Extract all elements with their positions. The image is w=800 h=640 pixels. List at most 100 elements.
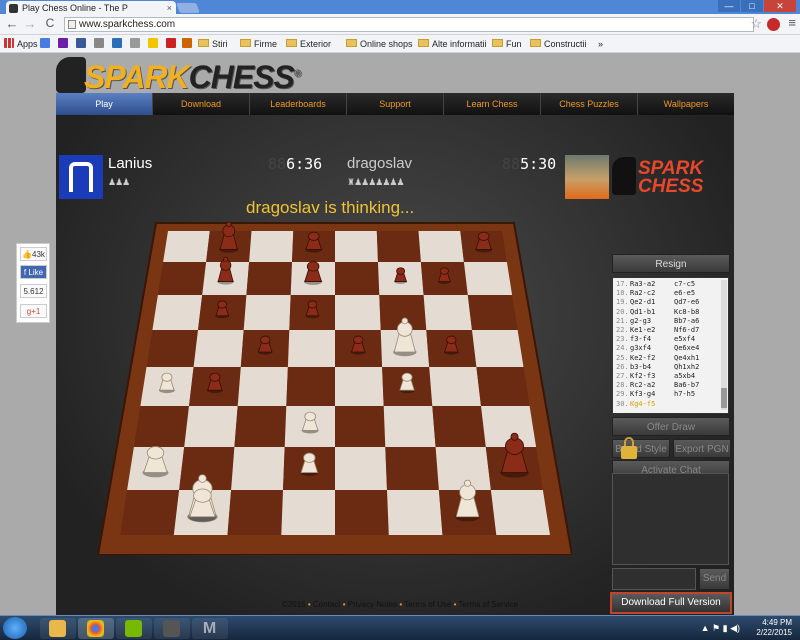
board-square [286, 367, 335, 406]
bookmark-favicon-6[interactable] [130, 38, 143, 50]
nav-support[interactable]: Support [347, 93, 444, 115]
move-list[interactable]: 17.Ra3-a2 c7-c5 18.Ra2-c2 e6-e5 19.Qe2-d1 Qd7… [612, 277, 729, 414]
move-list-scrollbar[interactable] [721, 280, 727, 410]
bookmark-favicon-3[interactable] [76, 38, 89, 50]
footer-link-terms-of-use[interactable]: Terms of Use [404, 600, 451, 609]
piece-head [307, 231, 320, 241]
chess-board[interactable] [98, 195, 572, 555]
resign-button[interactable]: Resign [612, 254, 730, 273]
browser-titlebar: Play Chess Online - The P × — □ ✕ [0, 0, 800, 15]
white-move: b3-b4 [630, 362, 652, 371]
board-square [490, 490, 550, 535]
menu-icon[interactable]: ≡ [788, 15, 796, 30]
board-square [157, 262, 207, 295]
bookmark-apps[interactable]: Apps [4, 38, 38, 50]
address-bar[interactable]: www.sparkchess.com [64, 17, 754, 32]
white-move: Rc2-a2 [630, 381, 656, 390]
bookmark-star-icon[interactable]: ☆ [750, 16, 762, 32]
move-rows: 17.Ra3-a2 c7-c5 18.Ra2-c2 e6-e5 19.Qe2-d1 Qd7… [616, 280, 718, 409]
black-move: h7-h5 [674, 390, 696, 399]
google-plus-button[interactable]: g+1 [20, 304, 47, 318]
taskbar-m-app[interactable]: M [192, 618, 228, 639]
facebook-icon [76, 38, 86, 48]
board-square [435, 447, 491, 490]
nav-leaderboards[interactable]: Leaderboards [250, 93, 347, 115]
chrome-icon [87, 620, 104, 637]
bookmark-favicon-7[interactable] [148, 38, 161, 50]
apps-grid-icon [4, 38, 14, 48]
bookmark-folder-fun[interactable]: Fun [492, 38, 522, 50]
new-tab-button[interactable] [176, 3, 200, 13]
bookmark-favicon-2[interactable] [58, 38, 71, 50]
footer-link-privacy[interactable]: Privacy Notes [348, 600, 397, 609]
taskbar-explorer[interactable] [40, 618, 76, 639]
browser-tab[interactable]: Play Chess Online - The P × [6, 1, 176, 15]
move-row: 25.Ke2-f2 Qe4xh1 [616, 354, 718, 363]
forward-button[interactable]: → [22, 16, 38, 31]
folder-icon [418, 39, 429, 47]
bookmark-folder-constructii[interactable]: Constructii [530, 38, 587, 50]
web-page: SPARKCHESS® Play Download Leaderboards S… [0, 53, 800, 615]
bookmark-favicon-1[interactable] [40, 38, 53, 50]
bookmark-folder-online-shops[interactable]: Online shops [346, 38, 413, 50]
like-count: 👍43k [20, 247, 47, 261]
nav-play[interactable]: Play [56, 93, 153, 115]
system-tray-icons[interactable]: ▲ ⚑ ▮ ◀) [701, 623, 740, 634]
footer-link-contact[interactable]: Contact [313, 600, 341, 609]
nav-download[interactable]: Download [153, 93, 250, 115]
taskbar-chrome[interactable] [78, 618, 114, 639]
close-window-button[interactable]: ✕ [764, 0, 796, 12]
bookmark-folder-firme[interactable]: Firme [240, 38, 277, 50]
nav-chess-puzzles[interactable]: Chess Puzzles [541, 93, 638, 115]
white-move: Kg4-f5 [630, 399, 656, 408]
reload-button[interactable]: C [42, 16, 58, 30]
chat-box [612, 473, 729, 565]
bookmarks-overflow[interactable]: » [598, 38, 603, 50]
piece-top [510, 432, 519, 441]
bookmark-folder-exterior[interactable]: Exterior [286, 38, 331, 50]
facebook-like-button[interactable]: f Like [20, 265, 47, 279]
tray-time: 4:49 PM [762, 618, 792, 627]
export-pgn-button[interactable]: Export PGN [673, 439, 731, 458]
footer-link-terms-of-service[interactable]: Terms of Service [459, 600, 519, 609]
move-row: 19.Qe2-d1 Qd7-e6 [616, 298, 718, 307]
board-square [335, 367, 384, 406]
page-icon [68, 20, 76, 29]
bookmark-favicon-9[interactable] [182, 38, 195, 50]
site-icon [182, 38, 192, 48]
horse-logo-icon [612, 157, 636, 195]
bookmark-folder-alte-informatii[interactable]: Alte informatii [418, 38, 487, 50]
back-button[interactable]: ← [4, 16, 20, 31]
black-move: Ba6-b7 [674, 381, 700, 390]
extension-icon[interactable] [767, 18, 780, 31]
minimize-button[interactable]: — [718, 0, 740, 12]
offer-draw-button[interactable]: Offer Draw [612, 417, 730, 436]
clock-tray[interactable]: 4:49 PM 2/22/2015 [756, 618, 792, 638]
folder-icon [346, 39, 357, 47]
player2-avatar [565, 155, 609, 199]
taskbar-app[interactable] [154, 618, 190, 639]
bookmark-folder-stiri[interactable]: Stiri [198, 38, 228, 50]
move-row: 27.Kf2-f3 a5xb4 [616, 372, 718, 381]
piece-top [198, 474, 207, 483]
tab-close-icon[interactable]: × [167, 1, 172, 15]
bookmark-favicon-5[interactable] [112, 38, 125, 50]
board-svg[interactable] [98, 195, 572, 555]
black-move: Nf6-d7 [674, 326, 700, 335]
bookmark-favicon-8[interactable] [166, 38, 179, 50]
bookmark-favicon-4[interactable] [94, 38, 107, 50]
start-button[interactable] [3, 617, 27, 639]
chat-input[interactable] [612, 568, 696, 590]
send-button[interactable]: Send [699, 568, 730, 590]
player2-clock-value: 5:30 [520, 155, 557, 173]
nav-wallpapers[interactable]: Wallpapers [638, 93, 734, 115]
taskbar-nvidia[interactable] [116, 618, 152, 639]
scrollbar-thumb[interactable] [721, 388, 727, 408]
board-square [281, 490, 335, 535]
nav-learn-chess[interactable]: Learn Chess [444, 93, 541, 115]
board-square [423, 295, 472, 330]
move-row: 29.Kf3-g4 h7-h5 [616, 390, 718, 399]
black-move: c7-c5 [674, 280, 696, 288]
maximize-button[interactable]: □ [741, 0, 763, 12]
thumbs-up-icon: 👍 [22, 250, 33, 259]
